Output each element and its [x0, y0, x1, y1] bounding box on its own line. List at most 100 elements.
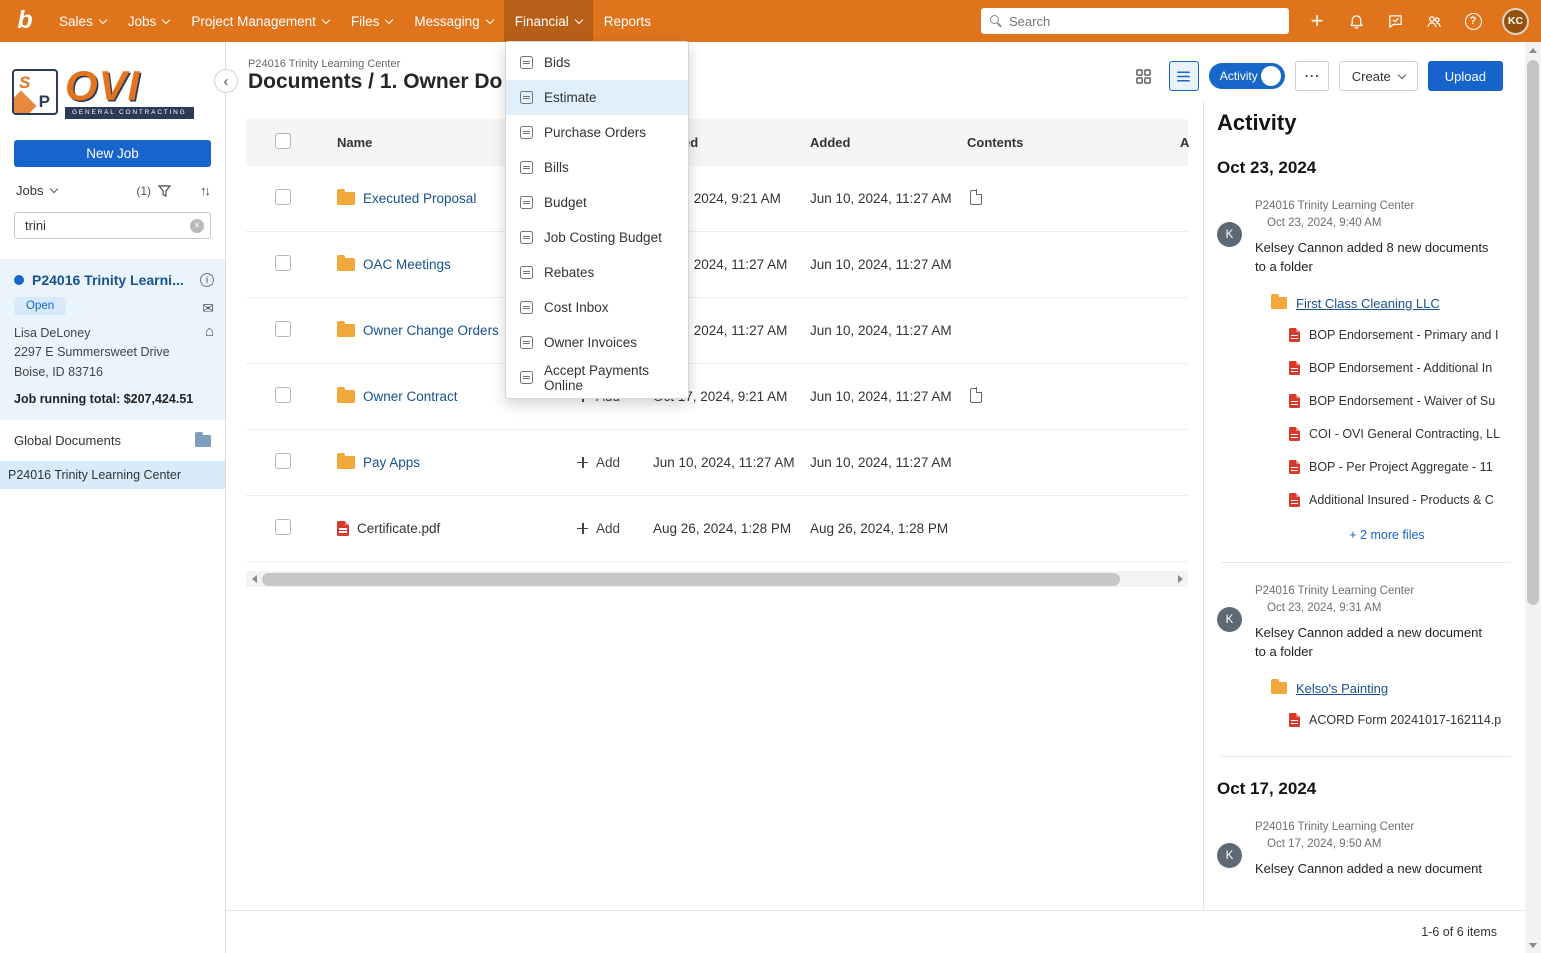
job-card[interactable]: P24016 Trinity Learni... ✉ ⌂ Open Lisa D… — [0, 259, 225, 421]
global-documents-item[interactable]: Global Documents — [0, 420, 225, 461]
item-name-link[interactable]: Pay Apps — [363, 455, 420, 470]
column-added[interactable]: Added — [810, 135, 967, 150]
activity-file-row[interactable]: Additional Insured - Products & C — [1255, 483, 1519, 516]
nav-item[interactable]: Jobs — [117, 0, 181, 42]
menu-item[interactable]: Budget — [506, 185, 688, 220]
menu-item[interactable]: Accept Payments Online — [506, 360, 688, 395]
vertical-scrollbar-thumb[interactable] — [1527, 60, 1539, 605]
scroll-down-arrow[interactable] — [1525, 937, 1541, 953]
notifications-bell-icon[interactable] — [1346, 11, 1366, 31]
add-button[interactable]: Add — [577, 521, 620, 536]
item-name-link[interactable]: Certificate.pdf — [357, 521, 440, 536]
scroll-left-arrow[interactable] — [246, 571, 262, 587]
menu-item[interactable]: Owner Invoices — [506, 325, 688, 360]
sort-icon[interactable]: ↑↓ — [200, 183, 211, 198]
table-row[interactable]: Certificate.pdf Add Aug 26, 2024, 1:28 P… — [246, 496, 1188, 562]
activity-folder-link[interactable]: Kelso's Painting — [1296, 681, 1388, 696]
upload-button[interactable]: Upload — [1427, 61, 1503, 91]
activity-job-name: P24016 Trinity Learning Center — [1255, 585, 1415, 597]
horizontal-scrollbar-thumb[interactable] — [262, 572, 1120, 586]
activity-file-row[interactable]: COI - OVI General Contracting, LL — [1255, 417, 1519, 450]
nav-item[interactable]: Messaging — [403, 0, 503, 42]
add-button[interactable]: Add — [577, 455, 620, 470]
jobs-filter-dropdown[interactable]: Jobs — [16, 183, 59, 198]
more-options-button[interactable]: ⋯ — [1294, 61, 1329, 91]
clear-search-icon[interactable]: ✕ — [190, 219, 204, 233]
activity-file-row[interactable]: BOP - Per Project Aggregate - 11 — [1255, 450, 1519, 483]
menu-item[interactable]: Purchase Orders — [506, 115, 688, 150]
documents-table-area: Name ed Added Contents A Executed Propos… — [226, 100, 1203, 910]
row-checkbox[interactable] — [275, 189, 291, 205]
activity-folder-link[interactable]: First Class Cleaning LLC — [1296, 296, 1440, 311]
vertical-scrollbar[interactable] — [1525, 42, 1541, 953]
menu-item[interactable]: Job Costing Budget — [506, 220, 688, 255]
messages-icon[interactable] — [1385, 11, 1405, 31]
community-people-icon[interactable] — [1424, 11, 1444, 31]
menu-item[interactable]: Rebates — [506, 255, 688, 290]
sidebar-collapse-button[interactable]: ‹ — [214, 69, 238, 93]
item-name-link[interactable]: OAC Meetings — [363, 257, 451, 272]
new-job-button[interactable]: New Job — [14, 140, 211, 167]
nav-item[interactable]: Financial — [503, 0, 593, 42]
help-icon[interactable]: ? — [1463, 11, 1483, 31]
job-search-input[interactable] — [14, 212, 211, 239]
activity-file-row[interactable]: BOP Endorsement - Primary and I — [1255, 318, 1519, 351]
row-checkbox[interactable] — [275, 519, 291, 535]
job-address-line2: Boise, ID 83716 — [14, 364, 103, 379]
cost-inbox-icon — [520, 301, 533, 314]
table-row[interactable]: Pay Apps Add Jun 10, 2024, 11:27 AM Jun … — [246, 430, 1188, 496]
horizontal-scrollbar[interactable] — [246, 571, 1188, 587]
item-name-link[interactable]: Owner Contract — [363, 389, 458, 404]
menu-item[interactable]: Bills — [506, 150, 688, 185]
scroll-right-arrow[interactable] — [1172, 571, 1188, 587]
activity-file-row[interactable]: BOP Endorsement - Waiver of Su — [1255, 384, 1519, 417]
item-name-link[interactable]: Executed Proposal — [363, 191, 476, 206]
modified-date: Jun 10, 2024, 11:27 AM — [653, 455, 795, 470]
scroll-up-arrow[interactable] — [1525, 42, 1541, 58]
table-row[interactable]: OAC Meetings 2024, 11:27 AM Jun 10, 2024… — [246, 232, 1188, 298]
column-last-partial[interactable]: A — [1180, 135, 1189, 150]
folder-icon — [337, 255, 355, 271]
menu-item[interactable]: Bids — [506, 45, 688, 80]
select-all-checkbox[interactable] — [275, 133, 291, 149]
nav-item[interactable]: Reports — [593, 0, 662, 42]
email-icon[interactable]: ✉ — [202, 300, 214, 317]
info-icon[interactable] — [200, 273, 214, 287]
folder-icon — [195, 431, 211, 447]
nav-item[interactable]: Files — [340, 0, 404, 42]
activity-toggle[interactable]: Activity — [1208, 63, 1285, 89]
search-input[interactable] — [981, 8, 1289, 34]
documents-table: Name ed Added Contents A Executed Propos… — [246, 119, 1189, 562]
activity-date-header: Oct 23, 2024 — [1217, 158, 1317, 177]
menu-item[interactable]: Cost Inbox — [506, 290, 688, 325]
quick-add-button[interactable]: + — [1307, 10, 1327, 32]
home-icon[interactable]: ⌂ — [205, 323, 214, 340]
item-name-link[interactable]: Owner Change Orders — [363, 323, 499, 338]
grid-view-button[interactable] — [1128, 61, 1159, 91]
documents-toolbar: Activity ⋯ Create Upload — [1128, 61, 1503, 91]
activity-file-row[interactable]: ACORD Form 20241017-162114.p — [1255, 703, 1519, 736]
row-checkbox[interactable] — [275, 453, 291, 469]
activity-file-row[interactable]: BOP Endorsement - Additional In — [1255, 351, 1519, 384]
more-files-link[interactable]: + 2 more files — [1255, 528, 1519, 542]
filter-funnel-icon[interactable] — [158, 184, 171, 197]
nav-item[interactable]: Sales — [48, 0, 117, 42]
list-view-button[interactable] — [1168, 61, 1199, 91]
table-header: Name ed Added Contents A — [246, 119, 1189, 166]
user-avatar[interactable]: KC — [1502, 7, 1529, 35]
table-row[interactable]: Owner Change Orders 2024, 11:27 AM Jun 1… — [246, 298, 1188, 364]
row-checkbox[interactable] — [275, 321, 291, 337]
menu-item[interactable]: Estimate — [506, 80, 688, 115]
breadcrumb[interactable]: P24016 Trinity Learning Center — [248, 58, 400, 70]
column-contents[interactable]: Contents — [967, 135, 1180, 150]
create-button[interactable]: Create — [1338, 61, 1418, 91]
row-checkbox[interactable] — [275, 387, 291, 403]
buildertrend-logo-icon[interactable]: b — [12, 8, 38, 34]
table-row[interactable]: Owner Contract Add Oct 17, 2024, 9:21 AM — [246, 364, 1188, 430]
job-card-title[interactable]: P24016 Trinity Learni... — [32, 272, 184, 288]
row-checkbox[interactable] — [275, 255, 291, 271]
nav-item[interactable]: Project Management — [180, 0, 340, 42]
avatar: K — [1217, 607, 1242, 632]
sidebar-selected-job[interactable]: P24016 Trinity Learning Center — [0, 461, 225, 490]
table-row[interactable]: Executed Proposal 2024, 9:21 AM Jun 10, … — [246, 166, 1188, 232]
